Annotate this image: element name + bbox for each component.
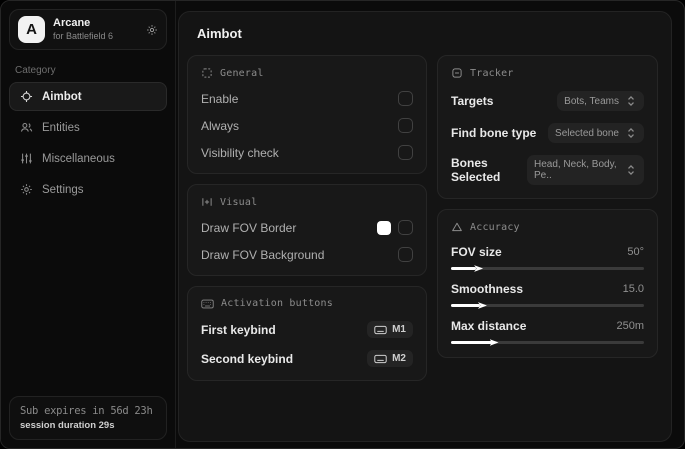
setting-label: Second keybind	[201, 351, 294, 366]
chevron-updown-icon	[625, 95, 637, 107]
triangle-icon	[451, 221, 463, 233]
draw-fov-background-checkbox[interactable]	[398, 247, 413, 262]
dashed-square-icon	[201, 67, 213, 79]
session-duration-text: session duration 29s	[20, 420, 115, 431]
crosshair-icon	[20, 90, 33, 103]
sidebar-item-aimbot[interactable]: Aimbot	[9, 82, 167, 111]
always-checkbox[interactable]	[398, 118, 413, 133]
draw-fov-border-checkbox[interactable]	[398, 220, 413, 235]
sidebar: A Arcane for Battlefield 6 Category Aimb…	[1, 1, 176, 448]
setting-label: Smoothness	[451, 282, 524, 296]
setting-label: Bones Selected	[451, 156, 501, 184]
misc-sliders-icon	[20, 152, 33, 165]
chevron-updown-icon	[625, 127, 637, 139]
content-panel: Aimbot General Enable Always Visibility …	[178, 11, 672, 442]
sidebar-item-label: Entities	[42, 121, 80, 134]
enable-checkbox[interactable]	[398, 91, 413, 106]
setting-label: Always	[201, 118, 240, 133]
sidebar-item-label: Miscellaneous	[42, 152, 115, 165]
right-column: Tracker Targets Bots, Teams Find bone ty…	[437, 55, 658, 381]
keybind-value: M2	[392, 353, 406, 364]
fov-size-setting: FOV size 50°	[451, 245, 644, 272]
sidebar-item-label: Settings	[42, 183, 84, 196]
category-label: Category	[15, 65, 56, 76]
card-title: Tracker	[470, 67, 514, 79]
subscription-status: Sub expires in 56d 23h session duration …	[9, 396, 167, 440]
card-title: General	[220, 67, 264, 79]
smoothness-setting: Smoothness 15.0	[451, 282, 644, 309]
setting-label: Targets	[451, 94, 494, 108]
setting-label: Find bone type	[451, 126, 537, 140]
tracker-card: Tracker Targets Bots, Teams Find bone ty…	[437, 55, 658, 199]
card-title: Accuracy	[470, 221, 520, 233]
max-distance-slider[interactable]	[451, 339, 644, 346]
fov-size-slider[interactable]	[451, 265, 644, 272]
targets-dropdown[interactable]: Bots, Teams	[557, 91, 644, 111]
visual-card: Visual Draw FOV Border Draw FOV Backgrou…	[187, 184, 427, 276]
keyboard-icon	[374, 354, 387, 364]
card-title: Activation buttons	[221, 298, 333, 309]
sidebar-item-entities[interactable]: Entities	[9, 113, 167, 142]
slider-thumb[interactable]	[489, 339, 499, 346]
sidebar-item-label: Aimbot	[42, 90, 82, 103]
app-title: Arcane	[53, 17, 91, 29]
brand-card: A Arcane for Battlefield 6	[9, 9, 167, 50]
second-keybind-button[interactable]: M2	[367, 350, 413, 367]
sidebar-item-miscellaneous[interactable]: Miscellaneous	[9, 144, 167, 173]
slider-thumb[interactable]	[474, 265, 484, 272]
dropdown-value: Head, Neck, Body, Pe..	[533, 159, 617, 181]
page-title: Aimbot	[197, 26, 242, 41]
sub-expires-text: Sub expires in 56d 23h	[20, 405, 153, 417]
app-logo: A	[18, 16, 45, 43]
app-subtitle: for Battlefield 6	[53, 30, 114, 41]
left-column: General Enable Always Visibility check V…	[187, 55, 427, 381]
slider-thumb[interactable]	[477, 302, 487, 309]
entities-icon	[20, 121, 33, 134]
setting-label: Max distance	[451, 319, 527, 333]
setting-label: FOV size	[451, 245, 502, 259]
color-swatch[interactable]	[377, 220, 391, 235]
main-area: Aimbot General Enable Always Visibility …	[176, 1, 684, 448]
setting-label: Draw FOV Background	[201, 247, 325, 262]
keyboard-icon	[374, 325, 387, 335]
gear-icon	[20, 183, 33, 196]
sliders-icon	[201, 196, 213, 208]
app-window: A Arcane for Battlefield 6 Category Aimb…	[0, 0, 685, 449]
setting-label: First keybind	[201, 322, 276, 337]
dropdown-value: Selected bone	[555, 127, 619, 139]
bones-selected-dropdown[interactable]: Head, Neck, Body, Pe..	[526, 155, 644, 185]
slider-value: 250m	[616, 320, 644, 332]
find-bone-type-dropdown[interactable]: Selected bone	[548, 123, 644, 143]
slider-value: 50°	[627, 246, 644, 258]
setting-label: Draw FOV Border	[201, 220, 297, 235]
sidebar-item-settings[interactable]: Settings	[9, 175, 167, 204]
keyboard-icon	[201, 299, 214, 309]
square-minus-icon	[451, 67, 463, 79]
chevron-updown-icon	[625, 164, 637, 176]
first-keybind-button[interactable]: M1	[367, 321, 413, 338]
activation-card: Activation buttons First keybind M1 Seco…	[187, 286, 427, 381]
slider-value: 15.0	[622, 283, 644, 295]
accuracy-card: Accuracy FOV size 50° Smoothness 15.0 Ma…	[437, 209, 658, 358]
keybind-value: M1	[392, 324, 406, 335]
max-distance-setting: Max distance 250m	[451, 319, 644, 346]
general-card: General Enable Always Visibility check	[187, 55, 427, 174]
sidebar-nav: Aimbot Entities Miscellaneous Settings	[1, 82, 175, 204]
smoothness-slider[interactable]	[451, 302, 644, 309]
card-title: Visual	[220, 196, 258, 208]
setting-label: Enable	[201, 91, 239, 106]
gear-icon[interactable]	[146, 24, 158, 36]
visibility-check-checkbox[interactable]	[398, 145, 413, 160]
dropdown-value: Bots, Teams	[564, 95, 619, 107]
setting-label: Visibility check	[201, 145, 279, 160]
